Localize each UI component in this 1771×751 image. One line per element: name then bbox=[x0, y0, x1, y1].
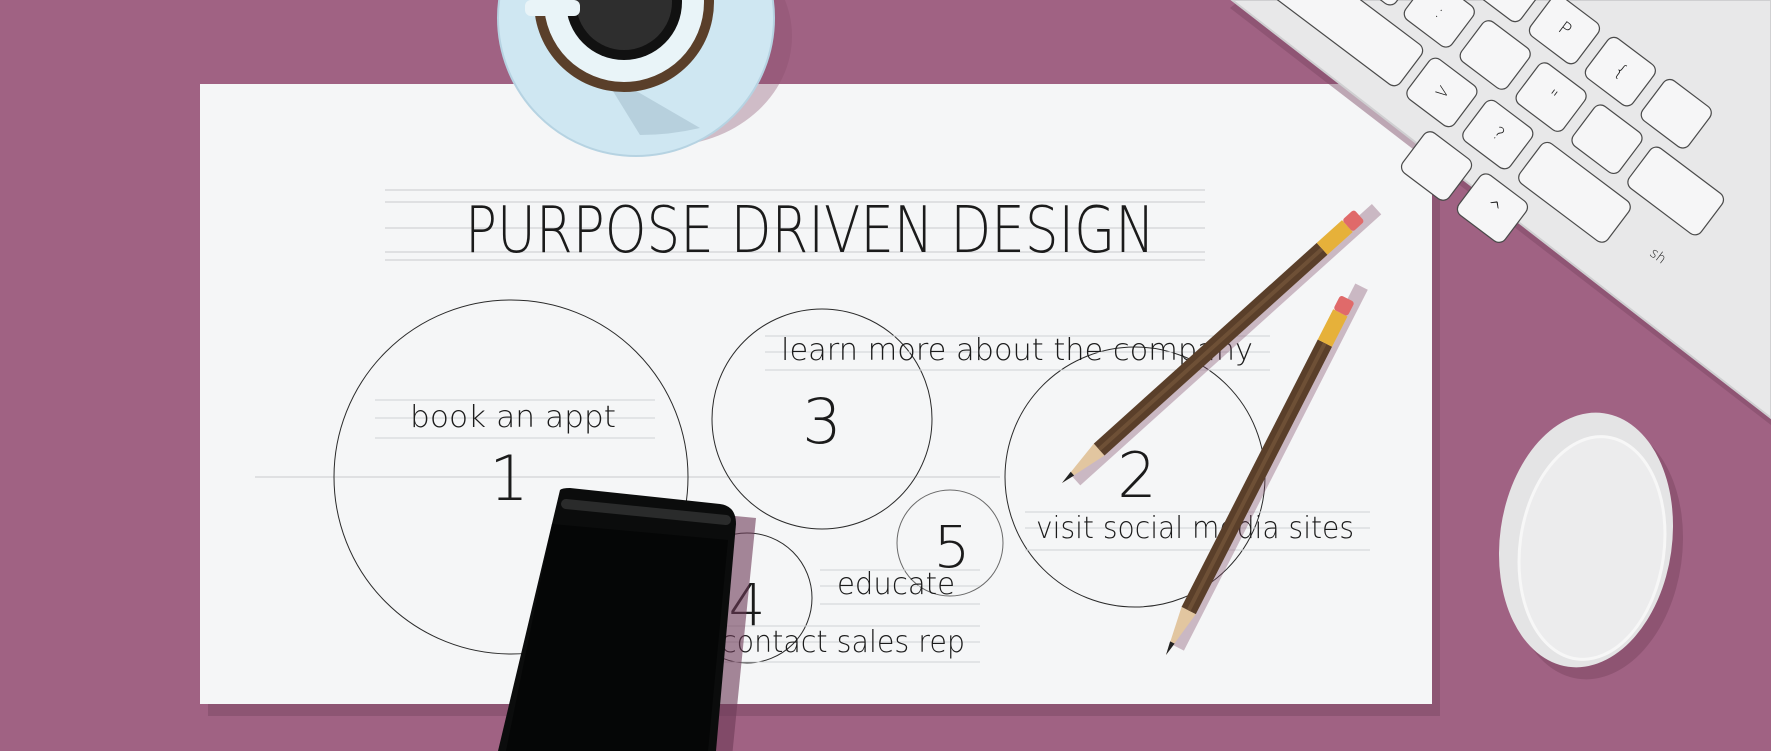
goal-label-2: visit social media sites bbox=[1036, 511, 1354, 546]
goal-label-3: learn more about the company bbox=[781, 333, 1253, 368]
desk-scene: PURPOSE DRIVEN DESIGN 1 3 2 4 5 book an … bbox=[0, 0, 1771, 751]
goal-number-1: 1 bbox=[489, 442, 528, 515]
goal-label-1: book an appt bbox=[410, 400, 616, 435]
goal-number-2: 2 bbox=[1117, 439, 1156, 512]
goal-label-5: educate bbox=[837, 567, 955, 602]
goal-number-3: 3 bbox=[802, 385, 841, 458]
goal-label-4: contact sales rep bbox=[721, 625, 965, 660]
page-title: PURPOSE DRIVEN DESIGN bbox=[465, 194, 1155, 268]
